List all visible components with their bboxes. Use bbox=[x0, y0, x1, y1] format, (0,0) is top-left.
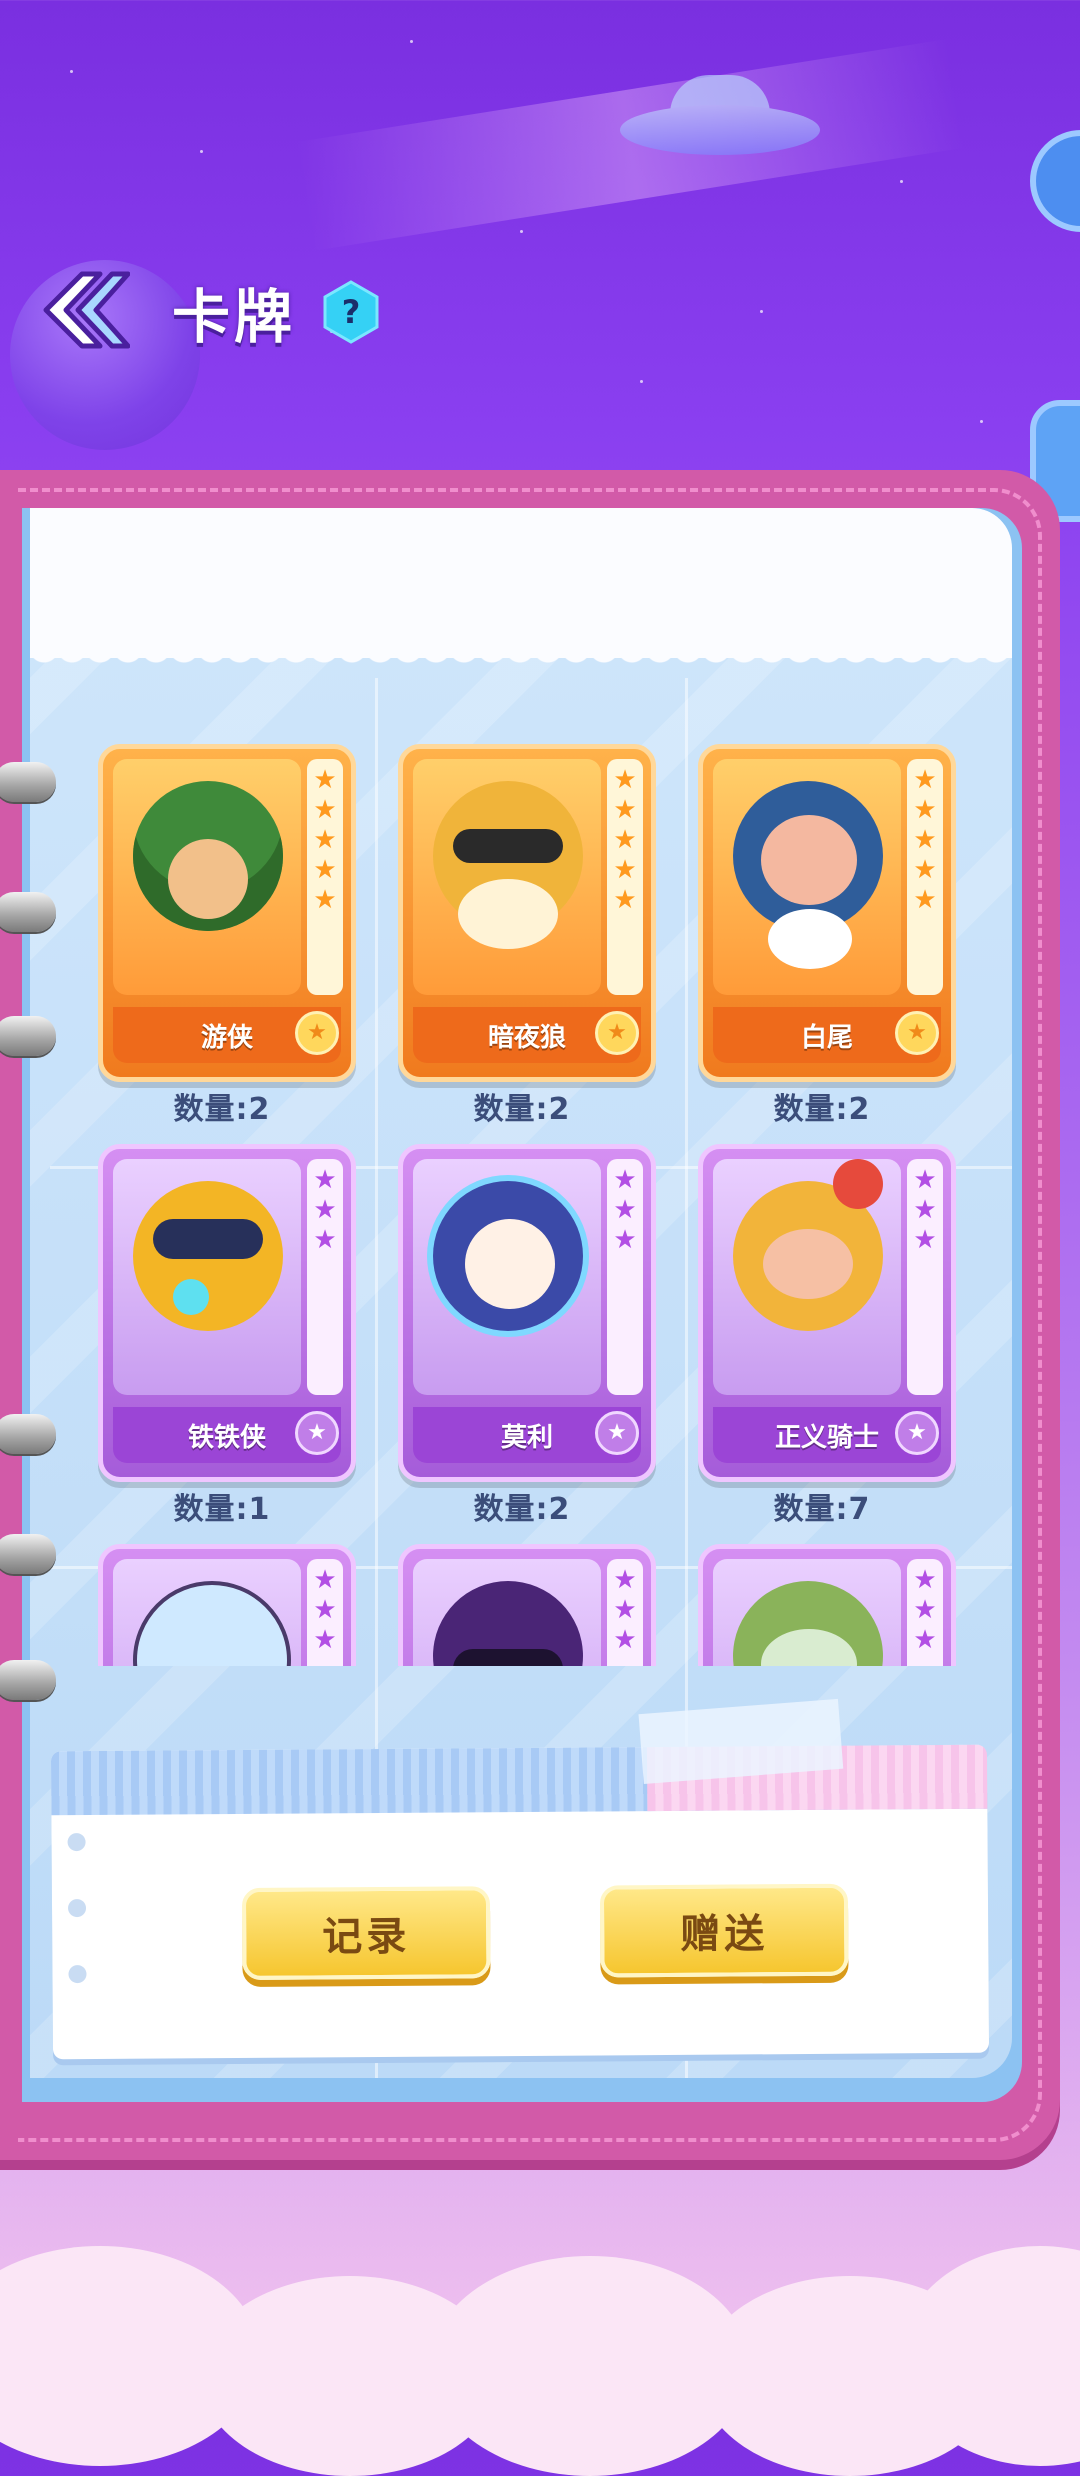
card-quantity: 数量:1 bbox=[173, 1492, 271, 1527]
record-button[interactable]: 记录 bbox=[241, 1886, 491, 1980]
card-name: 白尾 bbox=[800, 1022, 853, 1053]
card-name: 游侠 bbox=[200, 1022, 253, 1053]
card-justice-knight[interactable]: ★ ★ ★ 正义骑士 ★ bbox=[698, 1144, 956, 1482]
double-chevron-left-icon bbox=[43, 271, 131, 349]
card-night-wolf[interactable]: ★ ★ ★ ★ ★ 暗夜狼 ★ bbox=[398, 744, 656, 1082]
ufo-decoration bbox=[600, 50, 840, 190]
card-art bbox=[113, 1559, 301, 1666]
card-cell: ★ ★ ★ ★ ★ 暗夜狼 ★ 数量:2 bbox=[390, 744, 656, 1144]
clouds-decoration bbox=[0, 2156, 1080, 2476]
card-bomb[interactable]: ★ ★ ★ bbox=[698, 1544, 956, 1666]
card-molly[interactable]: ★ ★ ★ 莫利 ★ bbox=[398, 1144, 656, 1482]
star-badge-icon: ★ bbox=[295, 1011, 339, 1055]
card-cell: ★ ★ ★ ★ ★ 游侠 ★ 数量:2 bbox=[90, 744, 356, 1144]
card-name: 莫利 bbox=[500, 1422, 553, 1453]
card-cell: ★ ★ ★ 正义骑士 ★ 数量:7 bbox=[690, 1144, 956, 1544]
star-badge-icon: ★ bbox=[595, 1011, 639, 1055]
card-art bbox=[713, 1559, 901, 1666]
star-badge-icon: ★ bbox=[295, 1411, 339, 1455]
star-rating: ★ ★ ★ bbox=[613, 1565, 637, 1655]
record-button-label: 记录 bbox=[322, 1913, 411, 1961]
card-cell: ★ ★ ★ 铁铁侠 ★ 数量:1 bbox=[90, 1144, 356, 1544]
star-badge-icon: ★ bbox=[895, 1411, 939, 1455]
card-art bbox=[413, 1559, 601, 1666]
card-grid[interactable]: ★★★★★ 游侠 ★ 数量:2 ★★★★★ 暗夜狼 ★ 数量:2 bbox=[90, 744, 970, 1666]
card-art bbox=[713, 1159, 901, 1395]
card-cell: ★ ★ ★ bbox=[90, 1544, 356, 1666]
card-art bbox=[113, 759, 301, 995]
header: 卡牌 ? bbox=[0, 250, 1080, 370]
card-name: 铁铁侠 bbox=[187, 1422, 266, 1453]
card-art bbox=[413, 759, 601, 995]
card-iron-hero[interactable]: ★ ★ ★ 铁铁侠 ★ bbox=[98, 1144, 356, 1482]
back-button[interactable] bbox=[38, 268, 131, 352]
card-name: 暗夜狼 bbox=[487, 1022, 566, 1053]
card-quantity: 数量:2 bbox=[473, 1492, 571, 1527]
card-cell: ★ ★ ★ bbox=[690, 1544, 956, 1666]
card-art bbox=[713, 759, 901, 995]
card-cell: ★ ★ ★ bbox=[390, 1544, 656, 1666]
card-art bbox=[413, 1159, 601, 1395]
card-quantity: 数量:2 bbox=[473, 1092, 571, 1127]
card-quantity: 数量:7 bbox=[773, 1492, 871, 1527]
side-orb-decoration bbox=[1030, 130, 1080, 232]
star-rating: ★ ★ ★ ★ ★ bbox=[913, 765, 937, 915]
star-rating: ★ ★ ★ ★ ★ bbox=[313, 765, 337, 915]
card-cell: ★ ★ ★ ★ ★ 白尾 ★ 数量:2 bbox=[690, 744, 956, 1144]
star-rating: ★ ★ ★ bbox=[313, 1165, 337, 1255]
card-cell: ★ ★ ★ 莫利 ★ 数量:2 bbox=[390, 1144, 656, 1544]
gift-button-label: 赠送 bbox=[680, 1911, 769, 1958]
star-rating: ★ ★ ★ bbox=[313, 1565, 337, 1655]
gift-button[interactable]: 赠送 bbox=[599, 1883, 849, 1978]
star-rating: ★ ★ ★ bbox=[913, 1565, 937, 1655]
card-white-tail[interactable]: ★ ★ ★ ★ ★ 白尾 ★ bbox=[698, 744, 956, 1082]
star-badge-icon: ★ bbox=[595, 1411, 639, 1455]
action-panel: 记录 赠送 bbox=[50, 1698, 990, 2060]
card-quantity: 数量:2 bbox=[773, 1092, 871, 1127]
star-rating: ★ ★ ★ bbox=[613, 1165, 637, 1255]
star-rating: ★ ★ ★ bbox=[913, 1165, 937, 1255]
question-icon: ? bbox=[323, 280, 379, 344]
card-shadow[interactable]: ★ ★ ★ bbox=[398, 1544, 656, 1666]
card-potion[interactable]: ★ ★ ★ bbox=[98, 1544, 356, 1666]
card-ranger[interactable]: ★ ★ ★ ★ ★ 游侠 ★ bbox=[98, 744, 356, 1082]
help-button[interactable]: ? bbox=[322, 280, 380, 344]
page-title: 卡牌 bbox=[172, 283, 297, 351]
star-rating: ★ ★ ★ ★ ★ bbox=[613, 765, 637, 915]
svg-text:?: ? bbox=[342, 293, 361, 331]
star-badge-icon: ★ bbox=[895, 1011, 939, 1055]
card-art bbox=[113, 1159, 301, 1395]
card-name: 正义骑士 bbox=[774, 1422, 879, 1453]
card-quantity: 数量:2 bbox=[173, 1092, 271, 1127]
